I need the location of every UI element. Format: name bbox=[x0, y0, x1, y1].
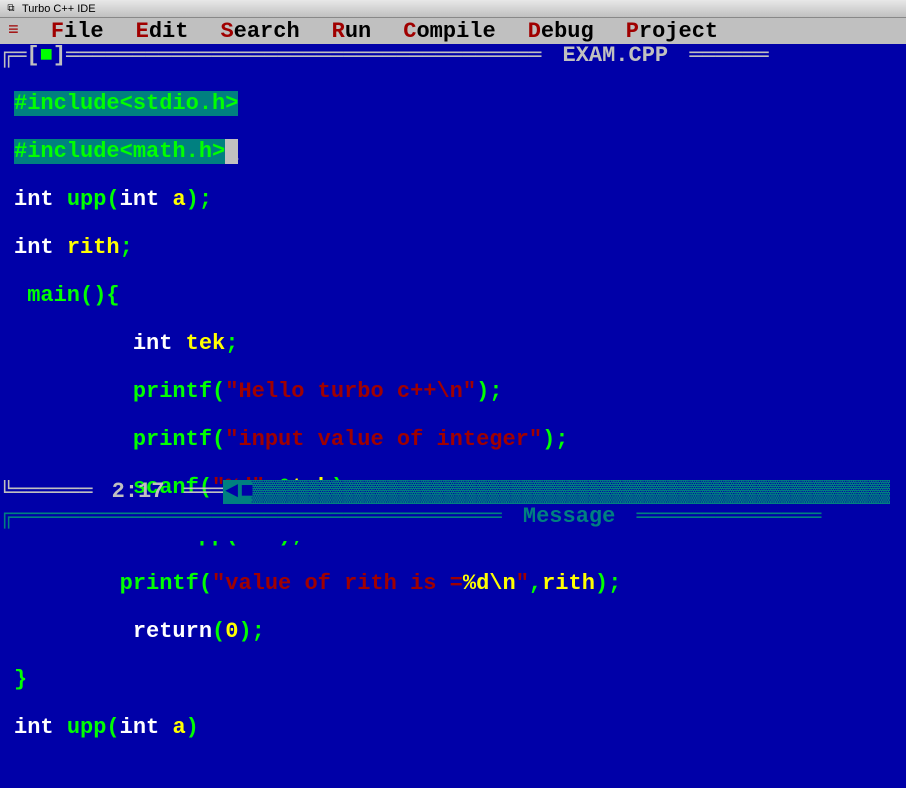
code-line[interactable]: } bbox=[14, 668, 892, 692]
app-icon: ⧉ bbox=[4, 2, 18, 16]
editor-border-top: ╔═[■]═══════════════════════════════════… bbox=[0, 44, 906, 68]
close-box[interactable]: [■] bbox=[26, 44, 66, 68]
code-line[interactable]: printf("value of rith is =%d\n",rith); bbox=[14, 572, 892, 596]
system-menu-icon[interactable]: ≡ bbox=[8, 22, 19, 40]
menubar: ≡ File Edit Search Run Compile Debug Pro… bbox=[0, 18, 906, 44]
code-line[interactable]: printf("input value of integer"); bbox=[14, 428, 892, 452]
window-titlebar: ⧉ Turbo C++ IDE bbox=[0, 0, 906, 18]
code-line[interactable]: return(0); bbox=[14, 620, 892, 644]
code-line[interactable]: printf("Hello turbo c++\n"); bbox=[14, 380, 892, 404]
menu-compile[interactable]: Compile bbox=[403, 19, 495, 44]
code-line[interactable]: main(){ bbox=[14, 284, 892, 308]
scrollbar-horizontal[interactable]: ■▒▒▒▒▒▒▒▒▒▒▒▒▒▒▒▒▒▒▒▒▒▒▒▒▒▒▒▒▒▒▒▒▒▒▒▒▒▒▒… bbox=[240, 480, 890, 504]
editor-border-bottom: ╚══════ 2:17 ═══◄■▒▒▒▒▒▒▒▒▒▒▒▒▒▒▒▒▒▒▒▒▒▒… bbox=[0, 480, 906, 504]
message-border-top: ╔═════════════════════════════════════ M… bbox=[0, 505, 906, 529]
menu-project[interactable]: Project bbox=[626, 19, 718, 44]
code-line[interactable]: #include<math.h>_ bbox=[14, 140, 892, 164]
code-line[interactable]: int upp(int a); bbox=[14, 188, 892, 212]
menu-search[interactable]: Search bbox=[220, 19, 299, 44]
code-line[interactable]: int tek; bbox=[14, 332, 892, 356]
editor-filename: EXAM.CPP bbox=[555, 44, 677, 68]
editor-window: ╔═[■]═══════════════════════════════════… bbox=[0, 44, 906, 504]
menu-run[interactable]: Run bbox=[332, 19, 372, 44]
message-title: Message bbox=[515, 505, 623, 529]
code-line[interactable]: int rith; bbox=[14, 236, 892, 260]
text-cursor: _ bbox=[225, 139, 238, 164]
code-area[interactable]: #include<stdio.h> #include<math.h>_ int … bbox=[14, 68, 892, 788]
menu-debug[interactable]: Debug bbox=[528, 19, 594, 44]
message-window: ╔═════════════════════════════════════ M… bbox=[0, 505, 906, 541]
scroll-left-icon[interactable]: ◄ bbox=[223, 480, 240, 504]
code-line[interactable]: #include<stdio.h> bbox=[14, 92, 892, 116]
menu-file[interactable]: File bbox=[51, 19, 104, 44]
menu-edit[interactable]: Edit bbox=[136, 19, 189, 44]
code-line[interactable]: int upp(int a) bbox=[14, 716, 892, 740]
window-title: Turbo C++ IDE bbox=[22, 3, 96, 15]
cursor-position: 2:17 bbox=[106, 480, 171, 504]
